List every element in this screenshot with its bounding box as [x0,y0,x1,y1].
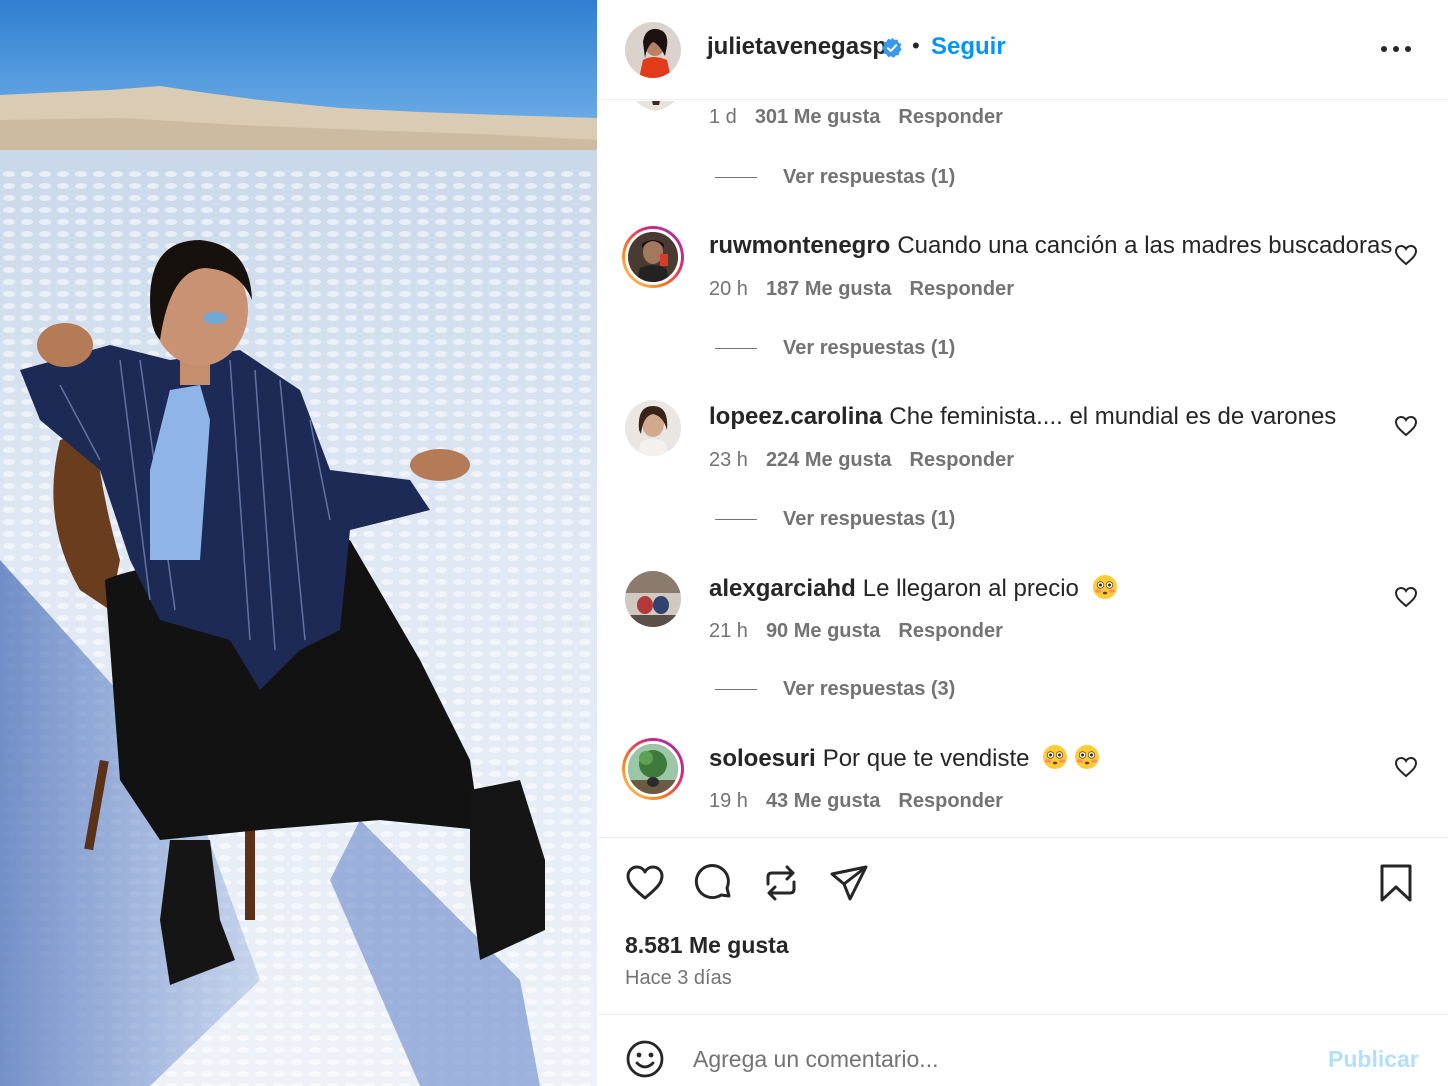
reply-button[interactable]: Responder [898,790,1002,812]
comment-time: 20 h [709,278,748,300]
comment-text: soloesuri Por que te vendiste [709,744,1100,773]
commenter-avatar[interactable] [622,226,684,288]
comment-item: soloesuri Por que te vendiste 19 h 43 Me… [597,738,1448,828]
reply-button[interactable]: Responder [898,620,1002,642]
comment-text: ruwmontenegro Cuando una canción a las ma… [709,232,1392,260]
verified-badge-icon [881,37,902,58]
header-separator: • [912,33,920,58]
repost-icon[interactable] [760,862,802,904]
comment-item: alexgarciahd Le llegaron al precio 21 h 90… [597,568,1448,658]
view-replies-button[interactable]: Ver respuestas (1) [715,337,955,360]
comment-item: lopeez.carolina Che feminista.... el mund… [597,397,1448,487]
commenter-avatar[interactable] [622,738,684,800]
commenter-avatar[interactable] [625,571,681,627]
comment-likes[interactable]: 301 Me gusta [755,106,881,128]
view-replies-label: Ver respuestas (1) [783,508,956,530]
flushed-face-emoji-icon [1092,575,1117,599]
author-username[interactable]: julietavenegasp [707,33,887,61]
more-options-icon[interactable] [1379,36,1413,62]
publish-button[interactable]: Publicar [1328,1046,1419,1073]
comment-icon[interactable] [692,862,734,904]
comment-likes[interactable]: 224 Me gusta [766,449,892,471]
comment-username[interactable]: ruwmontenegro [709,232,890,259]
comment-composer: Publicar [597,1014,1448,1086]
post-likes-count[interactable]: 8.581 Me gusta [625,932,789,959]
comment-text: lopeez.carolina Che feminista.... el mund… [709,403,1336,431]
reply-button[interactable]: Responder [910,449,1014,471]
comment-meta: 19 h 43 Me gusta Responder [709,790,1003,813]
comment-like-heart-icon[interactable] [1394,415,1418,437]
comment-like-heart-icon[interactable] [1394,586,1418,608]
comment-input[interactable] [693,1039,1293,1079]
comment-meta: 21 h 90 Me gusta Responder [709,620,1003,643]
author-avatar[interactable] [625,22,681,78]
comment-text: alexgarciahd Le llegaron al precio [709,574,1118,603]
share-icon[interactable] [828,862,870,904]
view-replies-button[interactable]: Ver respuestas (1) [715,166,955,189]
comment-body: Che feminista.... el mundial es de varon… [889,403,1337,430]
follow-button[interactable]: Seguir [931,33,1006,61]
emoji-picker-icon[interactable] [625,1039,665,1079]
post-photo [0,0,597,1086]
comment-body: Por que te vendiste [822,745,1030,772]
post-actions: 8.581 Me gusta Hace 3 días [597,837,1448,1013]
post-header: julietavenegasp • Seguir [597,0,1448,100]
commenter-avatar[interactable] [625,400,681,456]
comment-body: Cuando una canción a las madres buscador… [897,232,1393,259]
comment-meta: 23 h 224 Me gusta Responder [709,449,1014,472]
comments-list[interactable]: 1 d 301 Me gusta Responder Ver respuestas … [597,101,1448,837]
comment-like-heart-icon[interactable] [1394,756,1418,778]
view-replies-button[interactable]: Ver respuestas (3) [715,678,955,701]
comment-username[interactable]: soloesuri [709,745,816,772]
comment-likes[interactable]: 90 Me gusta [766,620,880,642]
reply-button[interactable]: Responder [910,278,1014,300]
comment-likes[interactable]: 187 Me gusta [766,278,892,300]
previous-comment-avatar[interactable] [627,101,683,111]
replies-divider-line [715,348,757,350]
comment-like-heart-icon[interactable] [1394,244,1418,266]
comment-time: 19 h [709,790,748,812]
comment-time: 23 h [709,449,748,471]
view-replies-label: Ver respuestas (3) [783,678,956,700]
heart-icon[interactable] [624,862,666,904]
replies-divider-line [715,177,757,179]
comment-time: 1 d [709,106,737,128]
view-replies-button[interactable]: Ver respuestas (1) [715,508,955,531]
comment-meta: 20 h 187 Me gusta Responder [709,278,1014,301]
view-replies-label: Ver respuestas (1) [783,166,956,188]
comment-username[interactable]: lopeez.carolina [709,403,882,430]
post-image [0,0,597,1086]
comment-likes[interactable]: 43 Me gusta [766,790,880,812]
view-replies-label: Ver respuestas (1) [783,337,956,359]
previous-comment-meta: 1 d 301 Me gusta Responder [709,106,1003,129]
comment-item: ruwmontenegro Cuando una canción a las ma… [597,226,1448,316]
flushed-face-emoji-icon [1043,745,1068,769]
comment-username[interactable]: alexgarciahd [709,575,856,602]
reply-button[interactable]: Responder [898,106,1002,128]
comment-body: Le llegaron al precio [862,575,1079,602]
replies-divider-line [715,519,757,521]
flushed-face-emoji-icon [1075,745,1100,769]
bookmark-icon[interactable] [1375,862,1417,904]
post-details-panel: julietavenegasp • Seguir 1 d 301 Me gusta… [597,0,1448,1086]
comment-time: 21 h [709,620,748,642]
replies-divider-line [715,689,757,691]
post-timestamp: Hace 3 días [625,967,732,989]
